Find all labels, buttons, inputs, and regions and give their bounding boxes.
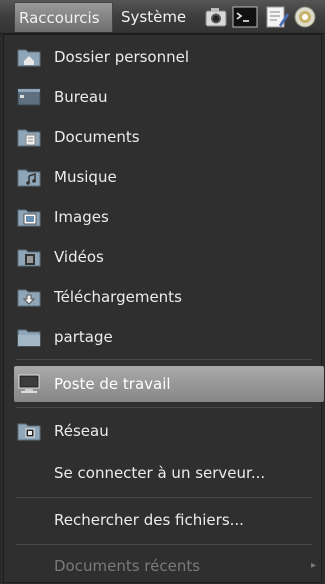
menu-item-label: Bureau <box>54 88 108 106</box>
panel-menubar: Raccourcis Système <box>0 0 325 34</box>
documents-folder-icon <box>17 129 41 147</box>
menu-item-partage[interactable]: partage <box>14 319 324 355</box>
menu-item-label: Se connecter à un serveur... <box>54 464 266 482</box>
text-editor-icon[interactable] <box>265 5 289 29</box>
menu-item-computer[interactable]: Poste de travail <box>14 366 324 402</box>
submenu-arrow-icon: ▸ <box>310 560 316 571</box>
folder-icon <box>17 329 41 347</box>
raccourcis-dropdown: Dossier personnel Bureau Documents Musiq… <box>3 34 324 584</box>
menu-item-videos[interactable]: Vidéos <box>14 239 324 275</box>
desktop-icon <box>17 88 41 106</box>
menu-separator <box>16 497 312 498</box>
menu-item-label: Documents <box>54 128 140 146</box>
software-update-icon[interactable] <box>293 5 317 29</box>
menu-item-label: Documents récents <box>54 557 201 575</box>
menu-item-recent-documents[interactable]: Documents récents ▸ <box>14 548 324 584</box>
menu-item-label: partage <box>54 328 113 346</box>
pictures-folder-icon <box>17 209 41 227</box>
menu-item-label: Dossier personnel <box>54 48 190 66</box>
menu-item-home[interactable]: Dossier personnel <box>14 39 324 75</box>
menu-raccourcis[interactable]: Raccourcis <box>14 2 113 32</box>
menu-separator <box>16 359 312 360</box>
menu-item-label: Réseau <box>54 422 109 440</box>
computer-icon <box>18 374 40 393</box>
menu-item-music[interactable]: Musique <box>14 159 324 195</box>
home-folder-icon <box>17 49 41 67</box>
menu-item-desktop[interactable]: Bureau <box>14 79 324 115</box>
menu-item-documents[interactable]: Documents <box>14 119 324 155</box>
terminal-icon[interactable] <box>232 5 258 29</box>
network-icon <box>17 423 41 441</box>
menu-item-label: Musique <box>54 168 117 186</box>
menu-item-search-files[interactable]: Rechercher des fichiers... <box>14 502 324 538</box>
downloads-folder-icon <box>17 289 41 307</box>
menu-item-label: Vidéos <box>54 248 104 266</box>
menu-item-connect-server[interactable]: Se connecter à un serveur... <box>14 455 324 491</box>
menu-item-label: Téléchargements <box>54 288 182 306</box>
videos-folder-icon <box>17 249 41 267</box>
menu-item-label: Poste de travail <box>54 375 171 393</box>
menu-item-downloads[interactable]: Téléchargements <box>14 279 324 315</box>
camera-icon[interactable] <box>204 5 228 29</box>
menu-systeme[interactable]: Système <box>116 2 191 32</box>
menu-item-label: Rechercher des fichiers... <box>54 511 244 529</box>
menu-item-label: Images <box>54 208 109 226</box>
menu-item-images[interactable]: Images <box>14 199 324 235</box>
music-folder-icon <box>17 169 41 187</box>
menu-separator <box>16 407 312 408</box>
menu-separator <box>16 544 312 545</box>
menu-item-network[interactable]: Réseau <box>14 413 324 449</box>
